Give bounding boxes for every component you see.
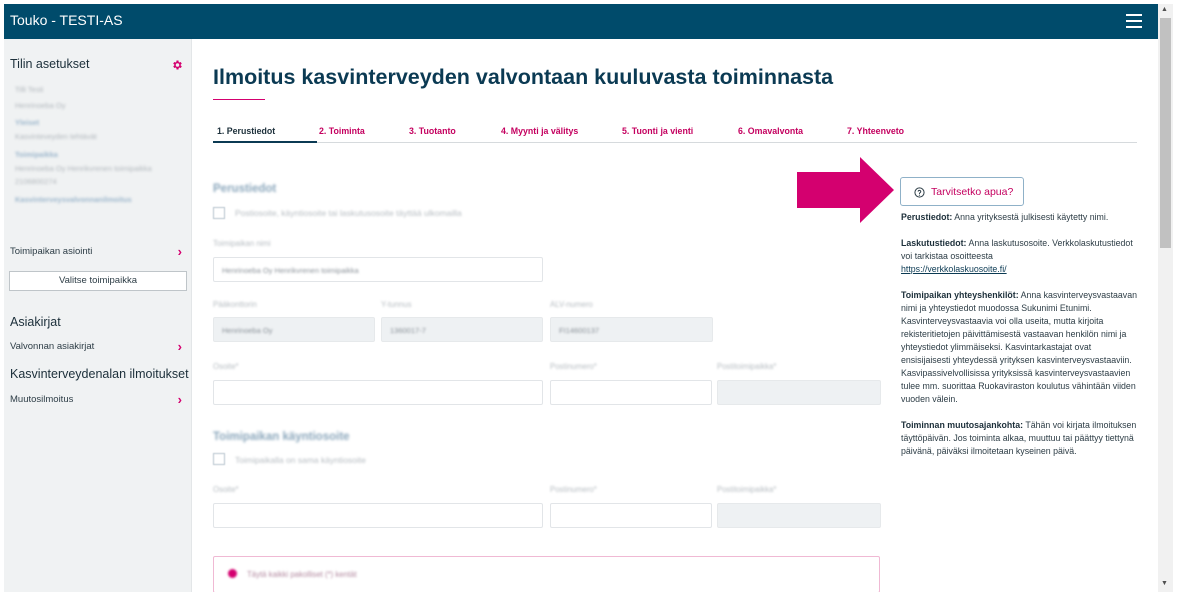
vat-number-field: FI14600137 (550, 317, 713, 342)
alert-text: Täytä kaikki pakolliset (*) kentät (247, 570, 357, 579)
step-tabs: 1. Perustiedot 2. Toiminta 3. Tuotanto 4… (213, 121, 1137, 143)
chevron-right-icon: › (177, 339, 182, 354)
tab-summary[interactable]: 7. Yhteenveto (847, 126, 904, 136)
einvoice-address-link[interactable]: https://verkkolaskuosoite.fi/ (901, 264, 1007, 274)
location-name-field[interactable]: Henrinoeba Oy Henrikvrenen toimipaikka (213, 257, 543, 282)
help-paragraph-text: Anna yrityksestä julkisesti käytetty nim… (952, 212, 1109, 222)
chevron-right-icon: › (177, 392, 182, 407)
field-label: Y-tunnus (381, 300, 412, 309)
field-value: 1360017-7 (390, 326, 426, 335)
account-info-line: Henrinoeba Oy Henrikvrenen toimipaikka (15, 164, 152, 173)
main-content: Ilmoitus kasvinterveyden valvontaan kuul… (193, 39, 1158, 592)
sidebar-item-inspection-documents[interactable]: Valvonnan asiakirjat › (10, 339, 186, 354)
account-info-line: Kasvinteveyden tehtävät (15, 132, 97, 141)
account-info-line: 2106800274 (15, 177, 57, 186)
sidebar: Tilin asetukset Tilli Testi Henrinoeba O… (4, 39, 192, 592)
help-button[interactable]: Tarvitsetko apua? (900, 177, 1024, 206)
tab-self-monitoring[interactable]: 6. Omavalvonta (738, 126, 803, 136)
account-info-link[interactable]: Toimipaikka (15, 150, 58, 159)
vertical-scrollbar[interactable]: ▲ ▼ (1158, 4, 1173, 592)
field-label: Osoite* (213, 362, 239, 371)
help-paragraph-title: Laskutustiedot: (901, 238, 967, 248)
sidebar-item-label: Valvonnan asiakirjat (10, 341, 95, 352)
help-paragraph: Laskutustiedot: Anna laskutusosoite. Ver… (901, 237, 1139, 276)
documents-title: Asiakirjat (10, 315, 61, 329)
arrow-right-icon (797, 157, 894, 223)
scroll-up-icon[interactable]: ▲ (1161, 6, 1168, 13)
help-circle-icon (914, 187, 925, 198)
help-button-label: Tarvitsetko apua? (931, 186, 1014, 198)
gear-icon[interactable] (171, 59, 183, 71)
field-label: Postitoimipaikka* (717, 485, 777, 494)
app-window: Touko - TESTI-AS Tilin asetukset Tilli T… (4, 4, 1158, 592)
field-label: Postitoimipaikka* (717, 362, 777, 371)
top-bar: Touko - TESTI-AS (4, 4, 1158, 39)
notifications-title: Kasvinterveydenalan ilmoitukset (10, 367, 189, 381)
tab-sales[interactable]: 4. Myynti ja välitys (501, 126, 578, 136)
checkbox-label: Toimipaikalla on sama käyntiosoite (235, 455, 366, 465)
help-paragraph: Perustiedot: Anna yrityksestä julkisesti… (901, 211, 1139, 224)
checkbox-icon[interactable] (213, 453, 225, 465)
help-paragraph-title: Perustiedot: (901, 212, 953, 222)
account-info-line: Tilli Testi (15, 85, 44, 94)
validation-alert: Täytä kaikki pakolliset (*) kentät (213, 556, 880, 592)
active-tab-indicator (213, 141, 317, 143)
sidebar-item-label: Toimipaikan asiointi (10, 246, 93, 257)
account-settings-title: Tilin asetukset (10, 57, 90, 71)
sidebar-item-change-notification[interactable]: Muutosilmoitus › (10, 392, 186, 407)
help-panel: Perustiedot: Anna yrityksestä julkisesti… (901, 211, 1139, 471)
tab-production[interactable]: 3. Tuotanto (409, 126, 456, 136)
alert-icon (228, 569, 237, 578)
visiting-address-field[interactable] (213, 503, 543, 528)
field-label: Postinumero* (550, 362, 597, 371)
app-title: Touko - TESTI-AS (10, 12, 123, 28)
visiting-postcode-field[interactable] (550, 503, 712, 528)
field-label: Osoite* (213, 485, 239, 494)
help-paragraph-title: Toiminnan muutosajankohta: (901, 420, 1024, 430)
field-value: Henrinoeba Oy (222, 326, 273, 335)
title-underline (213, 99, 265, 100)
city-field (717, 380, 881, 405)
field-value: FI14600137 (559, 326, 600, 335)
chevron-right-icon: › (177, 244, 182, 259)
visiting-city-field (717, 503, 881, 528)
menu-icon[interactable] (1126, 14, 1142, 28)
help-paragraph: Toimipaikan yhteyshenkilöt: Anna kasvint… (901, 289, 1139, 406)
postcode-field[interactable] (550, 380, 712, 405)
help-paragraph-text: Anna kasvinterveysvastaavan nimi ja yhte… (901, 290, 1137, 404)
business-id-field: 1360017-7 (381, 317, 543, 342)
account-info-line: Henrinoeba Oy (15, 101, 66, 110)
sidebar-item-location-services[interactable]: Toimipaikan asiointi › (10, 244, 186, 259)
account-info-link[interactable]: Yleiset (15, 118, 39, 127)
tab-import-export[interactable]: 5. Tuonti ja vienti (622, 126, 693, 136)
account-info-link[interactable]: Kasvinterveysvalvonnanilmoitus (15, 195, 132, 204)
company-name-field: Henrinoeba Oy (213, 317, 375, 342)
field-label: Toimipaikan nimi (213, 239, 271, 248)
scroll-down-icon[interactable]: ▼ (1161, 580, 1168, 587)
tab-activity[interactable]: 2. Toiminta (319, 126, 365, 136)
tab-basic-info[interactable]: 1. Perustiedot (217, 126, 275, 136)
address-field[interactable] (213, 380, 543, 405)
page-title: Ilmoitus kasvinterveyden valvontaan kuul… (213, 65, 834, 89)
checkbox-label: Postiosoite, käyntiosoite tai laskutusos… (235, 208, 462, 218)
checkbox-icon[interactable] (213, 207, 225, 219)
field-value: Henrinoeba Oy Henrikvrenen toimipaikka (222, 266, 359, 275)
field-label: ALV-numero (550, 300, 593, 309)
field-label: Pääkonttorin (213, 300, 257, 309)
field-label: Postinumero* (550, 485, 597, 494)
select-location-button[interactable]: Valitse toimipaikka (9, 271, 187, 291)
help-paragraph-title: Toimipaikan yhteyshenkilöt: (901, 290, 1019, 300)
sidebar-item-label: Muutosilmoitus (10, 394, 74, 405)
section-heading-basic-info: Perustiedot (213, 183, 277, 195)
scrollbar-thumb[interactable] (1160, 18, 1171, 248)
section-heading-visiting-address: Toimipaikan käyntiosoite (213, 431, 350, 443)
help-paragraph: Toiminnan muutosajankohta: Tähän voi kir… (901, 419, 1139, 458)
